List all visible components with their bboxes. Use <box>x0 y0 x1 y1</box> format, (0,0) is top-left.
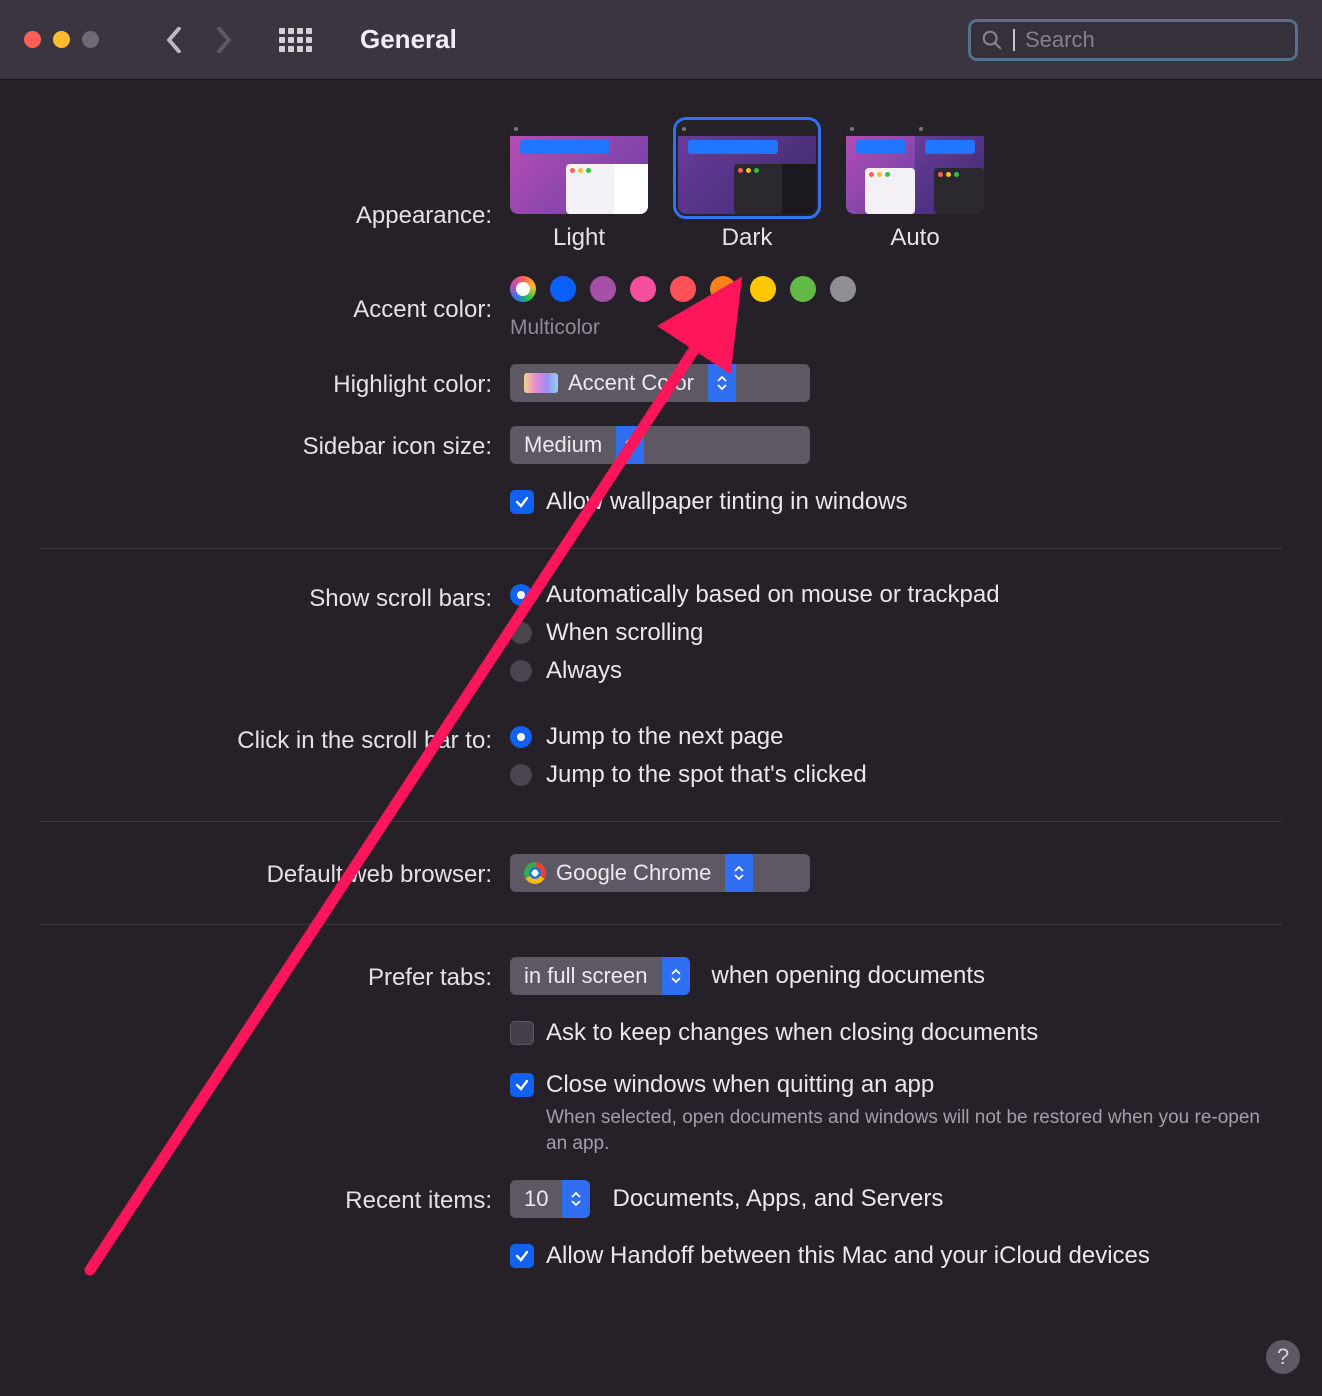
click-scroll-radio-next[interactable]: Jump to the next page <box>510 723 1292 751</box>
sidebar-size-select[interactable]: Medium <box>510 426 810 464</box>
browser-label: Default web browser: <box>30 857 510 889</box>
zoom-window-button <box>82 31 99 48</box>
wallpaper-tint-checkbox[interactable] <box>510 490 534 514</box>
highlight-color-select[interactable]: Accent Color <box>510 364 810 402</box>
chrome-icon <box>524 862 546 884</box>
select-arrows-icon <box>616 426 644 464</box>
accent-swatch-yellow[interactable] <box>750 276 776 302</box>
close-window-button[interactable] <box>24 31 41 48</box>
scrollbars-radio-always[interactable]: Always <box>510 657 1292 685</box>
default-browser-select[interactable]: Google Chrome <box>510 854 810 892</box>
ask-keep-checkbox[interactable] <box>510 1021 534 1045</box>
browser-value: Google Chrome <box>556 860 711 886</box>
prefer-tabs-select[interactable]: in full screen <box>510 957 690 995</box>
select-arrows-icon <box>708 364 736 402</box>
window-controls <box>24 31 99 48</box>
handoff-label: Allow Handoff between this Mac and your … <box>546 1242 1150 1270</box>
general-pane: Appearance: Light <box>0 80 1322 1312</box>
divider <box>40 548 1282 549</box>
select-arrows-icon <box>725 854 753 892</box>
appearance-option-light[interactable]: Light <box>510 122 648 252</box>
window-title: General <box>360 24 457 55</box>
tabs-suffix: when opening documents <box>712 962 986 990</box>
scrollbars-label: Show scroll bars: <box>30 581 510 613</box>
recent-suffix: Documents, Apps, and Servers <box>612 1185 943 1213</box>
wallpaper-tint-label: Allow wallpaper tinting in windows <box>546 488 908 516</box>
ask-keep-label: Ask to keep changes when closing documen… <box>546 1019 1038 1047</box>
sidebar-size-label: Sidebar icon size: <box>30 429 510 461</box>
scrollbars-radio-auto[interactable]: Automatically based on mouse or trackpad <box>510 581 1292 609</box>
accent-swatch-red[interactable] <box>670 276 696 302</box>
checkmark-icon <box>514 1248 530 1264</box>
recent-label: Recent items: <box>30 1183 510 1215</box>
close-windows-checkbox[interactable] <box>510 1073 534 1097</box>
accent-swatch-blue[interactable] <box>550 276 576 302</box>
tabs-value: in full screen <box>524 963 648 989</box>
accent-swatch-pink[interactable] <box>630 276 656 302</box>
accent-color-swatches <box>510 276 1292 302</box>
minimize-window-button[interactable] <box>53 31 70 48</box>
appearance-option-auto-label: Auto <box>890 224 939 252</box>
close-windows-label: Close windows when quitting an app <box>546 1071 1266 1099</box>
appearance-option-auto[interactable]: Auto <box>846 122 984 252</box>
divider <box>40 821 1282 822</box>
checkmark-icon <box>514 494 530 510</box>
close-windows-sub: When selected, open documents and window… <box>546 1105 1266 1156</box>
help-button[interactable]: ? <box>1266 1340 1300 1374</box>
accent-swatch-multicolor[interactable] <box>510 276 536 302</box>
recent-items-select[interactable]: 10 <box>510 1180 590 1218</box>
accent-swatch-green[interactable] <box>790 276 816 302</box>
search-field[interactable]: Search <box>968 19 1298 61</box>
handoff-checkbox[interactable] <box>510 1244 534 1268</box>
appearance-options: Light Dark <box>510 122 1292 252</box>
appearance-option-light-label: Light <box>553 224 605 252</box>
forward-button <box>209 25 239 55</box>
search-placeholder: Search <box>1025 27 1095 53</box>
highlight-select-value: Accent Color <box>568 370 694 396</box>
text-cursor <box>1013 29 1015 51</box>
accent-swatch-orange[interactable] <box>710 276 736 302</box>
window-toolbar: General Search <box>0 0 1322 80</box>
click-scroll-radio-spot[interactable]: Jump to the spot that's clicked <box>510 761 1292 789</box>
recent-value: 10 <box>524 1186 548 1212</box>
back-button[interactable] <box>159 25 189 55</box>
accent-swatch-purple[interactable] <box>590 276 616 302</box>
show-all-button[interactable] <box>279 28 312 52</box>
scrollbars-radio-scrolling[interactable]: When scrolling <box>510 619 1292 647</box>
tabs-label: Prefer tabs: <box>30 960 510 992</box>
select-arrows-icon <box>562 1180 590 1218</box>
appearance-option-dark-label: Dark <box>722 224 773 252</box>
appearance-label: Appearance: <box>30 122 510 230</box>
accent-swatch-gray[interactable] <box>830 276 856 302</box>
accent-selected-label: Multicolor <box>510 316 1292 340</box>
click-scroll-label: Click in the scroll bar to: <box>30 723 510 755</box>
select-arrows-icon <box>662 957 690 995</box>
accent-label: Accent color: <box>30 292 510 324</box>
sidebar-size-value: Medium <box>524 432 602 458</box>
search-icon <box>981 29 1003 51</box>
highlight-swatch-icon <box>524 373 558 393</box>
highlight-label: Highlight color: <box>30 367 510 399</box>
checkmark-icon <box>514 1077 530 1093</box>
divider <box>40 924 1282 925</box>
appearance-option-dark[interactable]: Dark <box>678 122 816 252</box>
